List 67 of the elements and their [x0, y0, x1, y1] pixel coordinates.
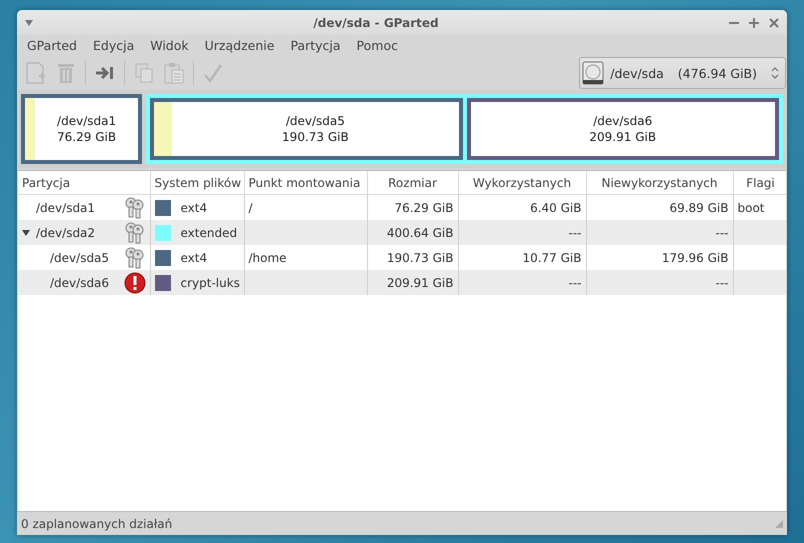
table-cell: 209.91 GiB — [386, 276, 454, 290]
partition-size: 209.91 GiB — [589, 129, 656, 145]
column-header[interactable]: Wykorzystanych — [458, 171, 586, 194]
table-cell-text: /dev/sda5 — [50, 250, 110, 264]
table-cell: --- — [716, 226, 728, 240]
column-header[interactable]: System plików — [150, 171, 244, 194]
table-cell: ext4 — [180, 200, 208, 214]
menu-item[interactable]: Partycja — [282, 36, 349, 55]
menu-item[interactable]: Pomoc — [348, 36, 406, 55]
partition-size: 190.73 GiB — [282, 129, 349, 145]
expander-icon[interactable] — [22, 228, 30, 236]
table-cell: --- — [716, 276, 728, 290]
table-cell: boot — [738, 200, 765, 214]
menu-item[interactable]: Edycja — [85, 36, 142, 55]
table-cell: 179.96 GiB — [662, 250, 728, 264]
table-cell: --- — [568, 276, 582, 290]
keys-icon — [124, 196, 146, 218]
table-cell: ext4 — [180, 250, 208, 264]
arrow-to-bar-icon — [95, 65, 115, 81]
device-selector[interactable]: /dev/sda (476.94 GiB) — [579, 57, 786, 89]
table-cell: 190.73 GiB — [386, 250, 454, 264]
partition-name: /dev/sda6 — [593, 113, 652, 129]
table-cell: 400.64 GiB — [386, 226, 454, 240]
keys-icon — [124, 222, 146, 244]
table-cell: / — [248, 200, 253, 214]
column-header[interactable]: Punkt montowania — [244, 171, 367, 194]
device-size: (476.94 GiB) — [678, 66, 757, 80]
column-header[interactable]: Partycja — [18, 171, 150, 194]
partition-block[interactable]: /dev/sda1 76.29 GiB — [21, 94, 142, 164]
keys-icon — [124, 246, 146, 268]
table-cell-text: /dev/sda2 — [36, 226, 96, 240]
partition-block[interactable]: /dev/sda6 209.91 GiB — [466, 98, 779, 160]
window-title: /dev/sda - GParted — [312, 16, 440, 30]
table-cell-text: /dev/sda6 — [50, 276, 110, 290]
menu-item[interactable]: GParted — [19, 36, 85, 55]
table-cell: 10.77 GiB — [522, 250, 582, 264]
column-header[interactable]: Rozmiar — [367, 171, 458, 194]
trash-icon — [57, 62, 75, 84]
new-partition-icon — [25, 61, 47, 85]
error-icon — [124, 272, 146, 294]
partition-block[interactable]: /dev/sda5 190.73 GiB — [150, 98, 462, 160]
device-name: /dev/sda — [610, 66, 664, 80]
table-cell: 6.40 GiB — [530, 200, 582, 214]
resize-grip-icon[interactable] — [775, 520, 783, 528]
maximize-icon[interactable] — [749, 18, 759, 28]
table-cell: 69.89 GiB — [669, 200, 728, 214]
partition-name: /dev/sda5 — [286, 113, 345, 129]
menu-item[interactable]: Widok — [142, 36, 197, 55]
table-cell-text: /dev/sda1 — [36, 200, 96, 214]
copy-icon — [135, 63, 153, 83]
table-cell: crypt-luks — [180, 276, 240, 290]
partition-name: /dev/sda1 — [57, 113, 116, 129]
close-icon[interactable] — [769, 18, 779, 28]
menu-item[interactable]: Urządzenie — [196, 36, 282, 55]
spinner-arrows-icon — [771, 66, 779, 80]
table-cell: 76.29 GiB — [394, 200, 454, 214]
checkmark-icon — [203, 63, 223, 83]
column-header[interactable]: Flagi — [733, 171, 786, 194]
partition-size: 76.29 GiB — [57, 129, 116, 145]
status-text: 0 zaplanowanych działań — [21, 516, 172, 530]
clipboard-icon — [164, 62, 184, 84]
table-cell: /home — [248, 250, 287, 264]
table-cell: extended — [180, 226, 238, 240]
column-header[interactable]: Niewykorzystanych — [586, 171, 733, 194]
window-menu-icon[interactable] — [25, 20, 33, 26]
extended-partition-block[interactable]: /dev/sda5 190.73 GiB /dev/sda6 209.91 GiB — [146, 94, 783, 164]
table-cell: --- — [568, 226, 582, 240]
